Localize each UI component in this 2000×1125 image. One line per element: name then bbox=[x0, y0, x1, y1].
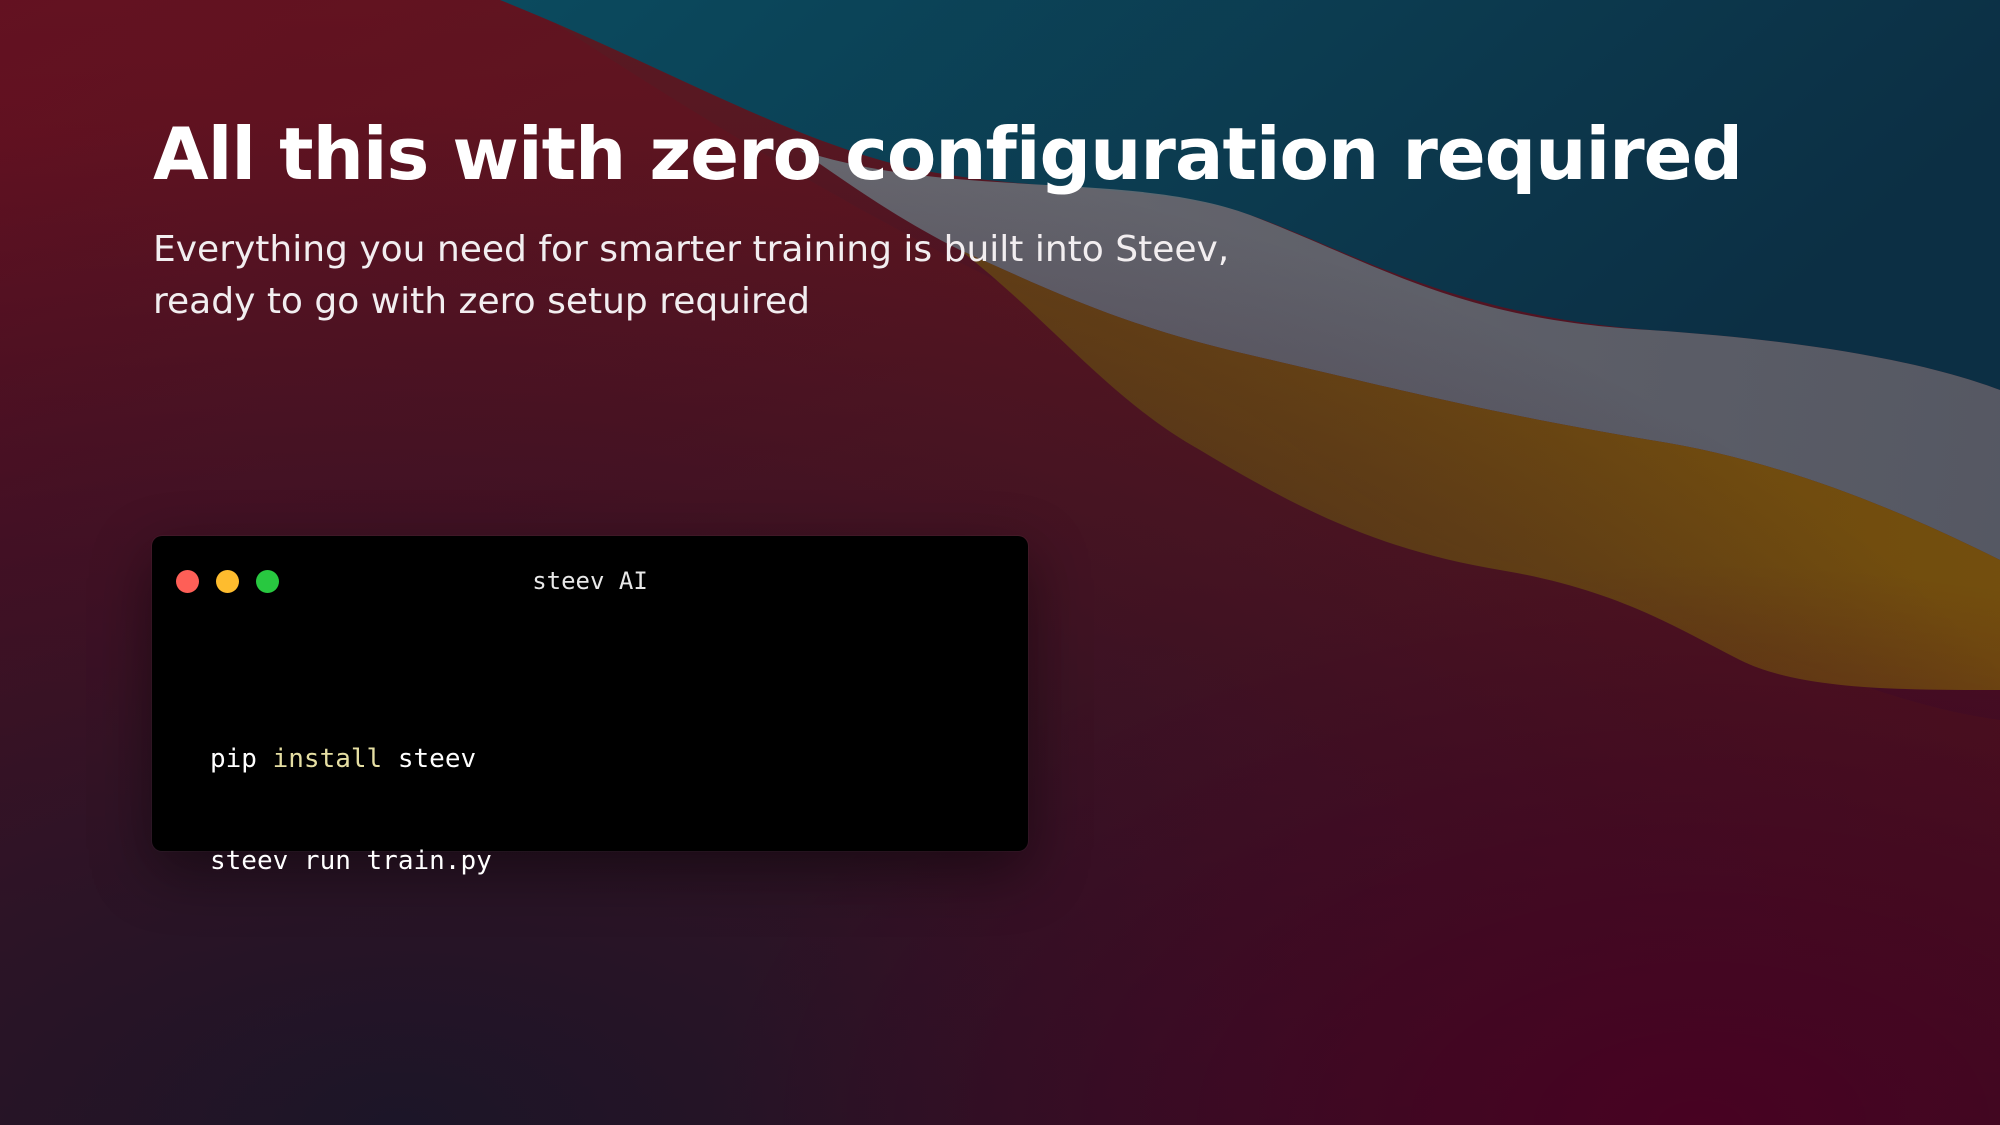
code-keyword: install bbox=[272, 744, 383, 774]
hero-subtitle: Everything you need for smarter training… bbox=[153, 224, 1253, 328]
code-argument: steev bbox=[397, 744, 477, 774]
terminal-code-block: pip install steev steev run train.py bbox=[210, 674, 492, 946]
hero-subtitle-line-1: Everything you need for smarter training… bbox=[153, 229, 1230, 270]
code-command: pip bbox=[210, 744, 257, 774]
landing-section: All this with zero configuration require… bbox=[0, 0, 2000, 1125]
terminal-window: steev AI pip install steev steev run tra… bbox=[152, 536, 1028, 876]
code-line-run: steev run train.py bbox=[210, 846, 492, 876]
hero-title: All this with zero configuration require… bbox=[153, 112, 1743, 196]
hero-subtitle-line-2: ready to go with zero setup required bbox=[153, 281, 811, 322]
terminal-title: steev AI bbox=[532, 567, 648, 595]
code-line-install: pip install steev bbox=[210, 742, 492, 776]
